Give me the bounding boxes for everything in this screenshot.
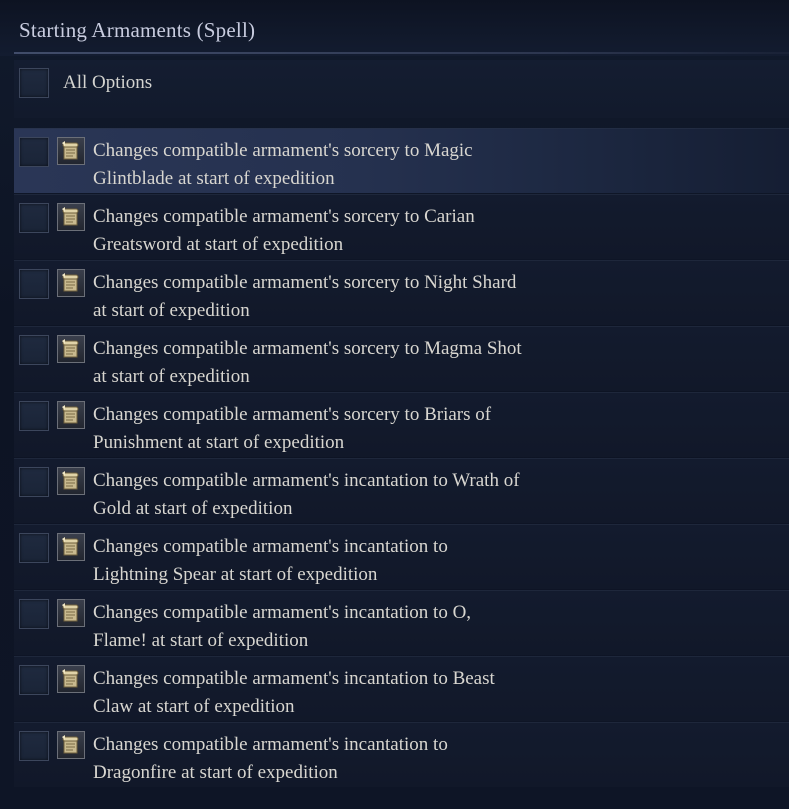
option-label: Changes compatible armament's sorcery to… [93,140,473,189]
option-label: Changes compatible armament's sorcery to… [93,338,522,387]
scroll-icon [57,467,85,495]
scroll-icon [57,401,85,429]
options-panel: Starting Armaments (Spell) All Options C… [0,0,789,809]
option-label: Changes compatible armament's sorcery to… [93,272,517,321]
section-divider [14,52,789,54]
option-label: Changes compatible armament's incantatio… [93,470,520,519]
all-options-label: All Options [63,72,153,93]
scroll-icon [57,533,85,561]
option-row-8[interactable]: Changes compatible armament's incantatio… [14,590,789,655]
scroll-icon [57,665,85,693]
option-row-3[interactable]: Changes compatible armament's sorcery to… [14,260,789,325]
option-row-10[interactable]: Changes compatible armament's incantatio… [14,722,789,787]
option-row-4[interactable]: Changes compatible armament's sorcery to… [14,326,789,391]
option-checkbox[interactable] [19,467,49,497]
option-label: Changes compatible armament's incantatio… [93,668,495,717]
option-checkbox[interactable] [19,203,49,233]
scroll-icon [57,599,85,627]
option-checkbox[interactable] [19,533,49,563]
option-checkbox[interactable] [19,401,49,431]
option-label: Changes compatible armament's sorcery to… [93,206,475,255]
option-label: Changes compatible armament's sorcery to… [93,404,492,453]
section-title: Starting Armaments (Spell) [19,18,256,42]
option-checkbox[interactable] [19,599,49,629]
scroll-icon [57,269,85,297]
option-label: Changes compatible armament's incantatio… [93,536,448,585]
option-row-7[interactable]: Changes compatible armament's incantatio… [14,524,789,589]
option-checkbox[interactable] [19,269,49,299]
option-row-2[interactable]: Changes compatible armament's sorcery to… [14,194,789,259]
scroll-icon [57,137,85,165]
all-options-checkbox[interactable] [19,68,49,98]
option-checkbox[interactable] [19,665,49,695]
option-row-6[interactable]: Changes compatible armament's incantatio… [14,458,789,523]
option-checkbox[interactable] [19,137,49,167]
scroll-icon [57,203,85,231]
option-checkbox[interactable] [19,335,49,365]
option-label: Changes compatible armament's incantatio… [93,602,472,651]
scroll-icon [57,731,85,759]
option-row-5[interactable]: Changes compatible armament's sorcery to… [14,392,789,457]
option-row-9[interactable]: Changes compatible armament's incantatio… [14,656,789,721]
option-checkbox[interactable] [19,731,49,761]
option-label: Changes compatible armament's incantatio… [93,734,448,783]
scroll-icon [57,335,85,363]
option-row-1[interactable]: Changes compatible armament's sorcery to… [14,128,789,193]
